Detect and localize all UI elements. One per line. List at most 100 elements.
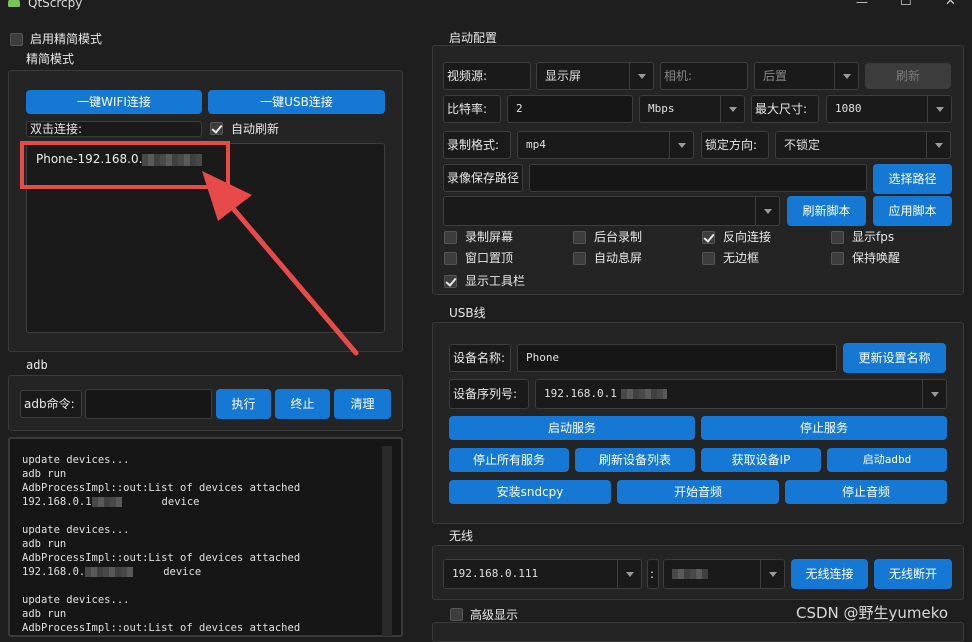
option-auto-screen-off-checkbox[interactable] [573, 252, 586, 265]
start-adbd-button[interactable]: 启动adbd [827, 448, 947, 472]
bitrate-input[interactable]: 2 [507, 95, 633, 123]
camera-position-select[interactable]: 后置 [754, 62, 859, 90]
startup-config-title: 启动配置 [443, 31, 504, 45]
double-click-label: 双击连接: [26, 121, 202, 137]
serial-select[interactable]: 192.168.0.1 [535, 379, 947, 409]
bitrate-unit-select[interactable]: Mbps [639, 95, 745, 123]
chevron-down-icon [625, 571, 634, 577]
option-label: 显示fps [852, 230, 895, 244]
serial-value: 192.168.0.1 [544, 387, 617, 400]
adb-cmd-label: adb命令: [20, 390, 82, 418]
option-show-toolbar-checkbox[interactable] [444, 275, 457, 288]
camera-refresh-button[interactable]: 刷新 [865, 63, 951, 89]
chevron-down-icon [930, 391, 939, 397]
refresh-script-button[interactable]: 刷新脚本 [787, 196, 866, 226]
log-line: update devices... [22, 594, 130, 606]
refresh-device-list-button[interactable]: 刷新设备列表 [575, 448, 695, 472]
record-path-input[interactable] [529, 164, 867, 192]
log-line: 192.168.0.1 device [22, 495, 300, 509]
stop-service-button[interactable]: 停止服务 [701, 416, 947, 440]
maximize-button[interactable]: ☐ [900, 0, 912, 9]
terminate-button[interactable]: 终止 [275, 389, 330, 419]
wifi-connect-button[interactable]: 一键WIFI连接 [26, 90, 202, 114]
option-label: 录制屏幕 [465, 230, 514, 244]
title-bar: QtScrcpy — ☐ ✕ [0, 0, 972, 12]
option-label: 后台录制 [594, 230, 643, 244]
start-audio-button[interactable]: 开始音频 [617, 480, 779, 504]
redacted-block [91, 497, 122, 507]
chevron-down-icon [763, 208, 772, 214]
android-app-icon [8, 0, 20, 7]
log-line: AdbProcessImpl::out:List of devices atta… [22, 552, 301, 564]
lock-orientation-value: 不锁定 [784, 138, 821, 152]
option-show-fps-checkbox[interactable] [831, 231, 844, 244]
auto-refresh-checkbox[interactable] [210, 122, 223, 135]
apply-script-button[interactable]: 应用脚本 [873, 196, 952, 226]
video-source-select[interactable]: 显示屏 [536, 62, 654, 90]
chevron-down-icon [728, 106, 737, 112]
log-line: update devices... [22, 524, 130, 536]
log-line-ip: 192.168.0. [22, 566, 86, 578]
lock-orientation-select[interactable]: 不锁定 [775, 131, 951, 159]
log-line: AdbProcessImpl::out:List of devices atta… [22, 482, 301, 494]
log-line-ip: 192.168.0.1 [22, 496, 92, 508]
chevron-down-icon [768, 571, 777, 577]
watermark: CSDN @野生yumeko [796, 604, 949, 622]
annotation-arrow [202, 171, 359, 356]
install-sndcpy-button[interactable]: 安装sndcpy [449, 480, 611, 504]
record-format-select[interactable]: mp4 [517, 131, 694, 159]
serial-label: 设备序列号: [449, 379, 529, 409]
device-name-label: 设备名称: [449, 344, 511, 372]
advanced-display-checkbox[interactable] [450, 608, 463, 621]
log-scrollbar[interactable] [382, 446, 392, 636]
adb-cmd-input[interactable] [85, 389, 212, 419]
log-line: adb run [22, 538, 67, 550]
start-service-button[interactable]: 启动服务 [449, 416, 695, 440]
get-device-ip-button[interactable]: 获取设备IP [701, 448, 821, 472]
record-path-label: 录像保存路径 [443, 164, 523, 192]
lock-orientation-label: 锁定方向: [701, 131, 769, 159]
video-source-value: 显示屏 [545, 69, 582, 83]
usb-connect-button[interactable]: 一键USB连接 [208, 90, 385, 114]
option-stay-awake-checkbox[interactable] [831, 252, 844, 265]
simple-mode-checkbox[interactable] [10, 33, 23, 46]
wireless-ip-select[interactable]: 192.168.0.111 [443, 559, 642, 589]
advanced-display-label: 高级显示 [470, 608, 523, 622]
log-line-status: device [163, 566, 202, 578]
update-device-name-button[interactable]: 更新设置名称 [843, 343, 946, 373]
wireless-port-select[interactable] [663, 559, 785, 589]
max-size-select[interactable]: 1080 [826, 95, 952, 123]
redacted-block [85, 567, 134, 577]
adb-group-title: adb [20, 358, 54, 372]
log-line-status: device [161, 496, 200, 508]
log-line: 192.168.0. device [22, 565, 300, 579]
port-separator: : [647, 559, 659, 589]
option-label: 无边框 [723, 251, 760, 265]
option-always-on-top-checkbox[interactable] [444, 252, 457, 265]
stop-all-services-button[interactable]: 停止所有服务 [449, 448, 569, 472]
log-line: adb run [22, 608, 67, 620]
option-frameless-checkbox[interactable] [702, 252, 715, 265]
option-record-screen-checkbox[interactable] [444, 231, 457, 244]
option-label: 反向连接 [723, 230, 772, 244]
advanced-display-group [432, 622, 964, 642]
execute-button[interactable]: 执行 [216, 389, 271, 419]
clear-button[interactable]: 清理 [334, 389, 391, 419]
camera-label: 相机: [660, 62, 748, 90]
select-path-button[interactable]: 选择路径 [873, 164, 952, 194]
option-label: 自动息屏 [594, 251, 643, 265]
option-reverse-connect-checkbox[interactable] [702, 231, 715, 244]
minimize-button[interactable]: — [856, 0, 868, 9]
wireless-connect-button[interactable]: 无线连接 [791, 559, 868, 589]
max-size-label: 最大尺寸: [751, 95, 819, 123]
script-select[interactable] [443, 196, 780, 226]
video-source-label: 视频源: [443, 62, 531, 90]
option-background-record-checkbox[interactable] [573, 231, 586, 244]
chevron-down-icon [934, 142, 943, 148]
wireless-disconnect-button[interactable]: 无线断开 [874, 559, 952, 589]
redacted-block [672, 569, 708, 579]
device-name-input[interactable]: Phone [517, 344, 837, 372]
close-button[interactable]: ✕ [945, 0, 956, 9]
stop-audio-button[interactable]: 停止音频 [785, 480, 947, 504]
